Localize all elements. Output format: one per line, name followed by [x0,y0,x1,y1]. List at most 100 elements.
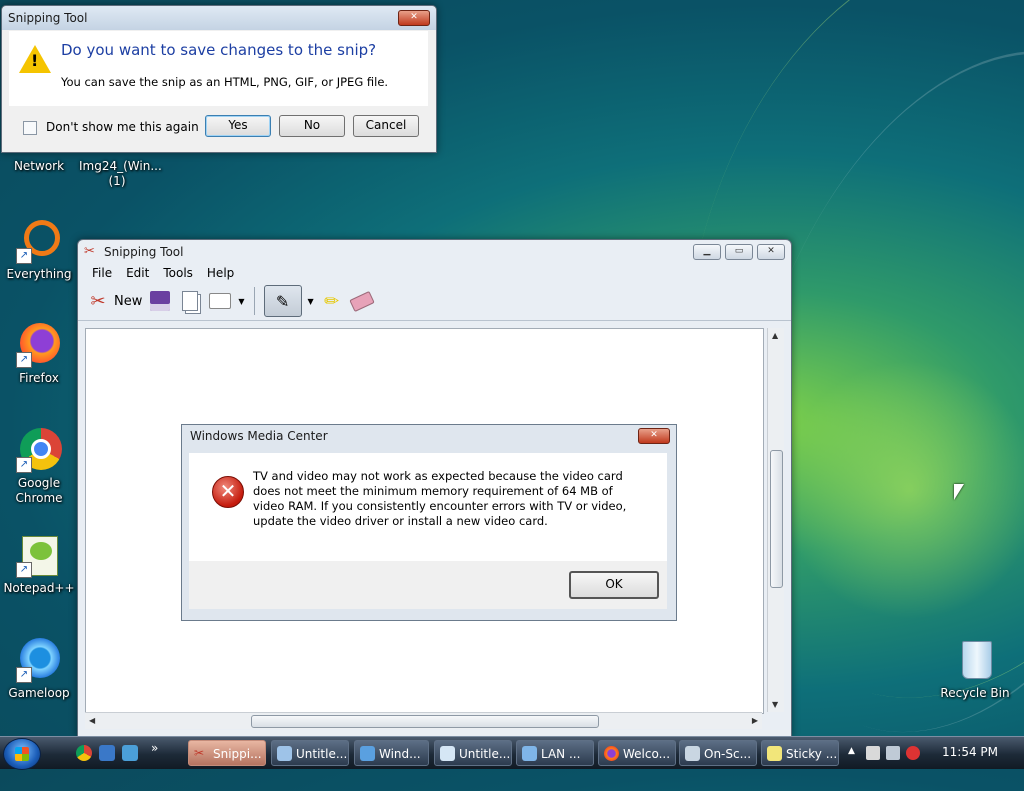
close-icon: ✕ [638,428,670,444]
gameloop-icon: ↗ [16,637,62,683]
menu-file[interactable]: File [92,266,112,280]
vertical-scrollbar[interactable]: ▲ ▼ [767,328,784,712]
scissors-icon: ✂ [84,244,95,259]
menu-edit[interactable]: Edit [126,266,149,280]
mouse-cursor-icon [954,484,964,500]
pen-icon: ✎ [275,291,290,311]
scroll-right-icon[interactable]: ▶ [752,716,758,725]
maximize-button[interactable]: ▭ [725,244,753,260]
scissors-icon: ✂ [194,746,205,760]
error-icon: ✕ [212,476,244,508]
quicklaunch-overflow[interactable]: » [151,741,158,755]
horizontal-scrollbar[interactable]: ◀ ▶ [85,712,762,729]
wmc-title: Windows Media Center [190,429,328,443]
captured-wmc-dialog: Windows Media Center ✕ ✕ TV and video ma… [181,424,677,621]
sticky-notes-icon [767,746,782,761]
taskbar: » ✂ Snippi... Untitle... Wind... Untitle… [0,736,1024,770]
paint-icon [277,746,292,761]
show-desktop-icon[interactable] [99,745,115,761]
tray-expand-icon[interactable]: ▲ [848,746,855,756]
shortcut-arrow-icon: ↗ [16,562,32,578]
highlighter-icon[interactable]: ✏ [320,289,344,313]
start-button[interactable] [3,738,41,770]
firefox-icon: ↗ [16,322,62,368]
taskbar-item-on-screen-keyboard[interactable]: On-Sc... [679,740,757,766]
dialog-question: Do you want to save changes to the snip? [61,41,377,59]
taskbar-item-windows[interactable]: Wind... [354,740,429,766]
save-icon[interactable] [148,289,172,313]
desktop-icon-gameloop[interactable]: ↗ Gameloop [1,637,77,701]
pen-tool-button[interactable]: ✎ [263,285,302,317]
volume-muted-icon[interactable] [906,746,920,760]
new-label: New [114,293,143,309]
action-center-icon[interactable] [866,746,880,760]
chevron-down-icon[interactable]: ▼ [308,297,314,306]
notepad-icon [440,746,455,761]
desktop-icon-everything[interactable]: ↗ Everything [1,218,77,282]
menu-tools[interactable]: Tools [163,266,193,280]
chevron-down-icon[interactable]: ▼ [238,297,244,306]
taskbar-item-lan[interactable]: LAN ... [516,740,594,766]
desktop-icon-recycle-bin[interactable]: Recycle Bin [937,637,1013,701]
new-snip-button[interactable]: ✂ New [86,289,142,313]
save-changes-dialog[interactable]: Snipping Tool ✕ ! Do you want to save ch… [1,5,437,153]
dialog-title: Snipping Tool [8,11,88,25]
menu-bar: File Edit Tools Help [78,264,791,282]
dont-show-checkbox[interactable] [23,121,37,135]
close-button[interactable]: ✕ [398,10,430,26]
notepadpp-icon: ↗ [16,532,62,578]
send-snip-icon[interactable] [208,289,232,313]
taskbar-item-snipping-tool[interactable]: ✂ Snippi... [188,740,266,766]
switch-windows-icon[interactable] [122,745,138,761]
desktop-icon-chrome[interactable]: ↗ Google Chrome [1,427,77,506]
firefox-icon [604,746,619,761]
desktop-icon-firefox[interactable]: ↗ Firefox [1,322,77,386]
cancel-button[interactable]: Cancel [353,115,419,137]
shortcut-arrow-icon: ↗ [16,248,32,264]
taskbar-item-firefox[interactable]: Welco... [598,740,676,766]
toolbar: ✂ New ▼ ✎ ▼ ✏ [78,282,791,321]
windows-logo-icon [15,747,29,761]
warning-icon: ! [19,45,51,73]
shortcut-arrow-icon: ↗ [16,352,32,368]
snip-canvas[interactable]: Windows Media Center ✕ ✕ TV and video ma… [85,328,764,714]
window-title: Snipping Tool [104,245,184,259]
shortcut-arrow-icon: ↗ [16,667,32,683]
copy-icon[interactable] [178,289,202,313]
keyboard-icon [685,746,700,761]
scroll-down-icon[interactable]: ▼ [772,700,778,709]
eraser-icon[interactable] [348,289,375,313]
wmc-ok-button: OK [569,571,659,599]
wallpaper-glow [780,360,1024,620]
chrome-icon: ↗ [16,427,62,473]
desktop-icon-notepadpp[interactable]: ↗ Notepad++ [1,532,77,596]
scissors-icon: ✂ [90,290,106,312]
minimize-button[interactable]: ▁ [693,244,721,260]
system-tray: ▲ 11:54 PM [844,737,1024,769]
no-button[interactable]: No [279,115,345,137]
window-titlebar[interactable]: ✂ Snipping Tool ▁ ▭ ✕ [78,240,791,264]
scroll-up-icon[interactable]: ▲ [772,331,778,340]
recycle-bin-icon [952,637,998,683]
yes-button[interactable]: Yes [205,115,271,137]
taskbar-item-sticky-notes[interactable]: Sticky ... [761,740,839,766]
network-icon [522,746,537,761]
toolbar-separator [253,287,255,315]
taskbar-item-untitled-paint[interactable]: Untitle... [271,740,349,766]
close-button[interactable]: ✕ [757,244,785,260]
chrome-quicklaunch-icon[interactable] [76,745,92,761]
shortcut-arrow-icon: ↗ [16,457,32,473]
everything-icon: ↗ [16,218,62,264]
taskbar-clock[interactable]: 11:54 PM [942,745,998,759]
scroll-left-icon[interactable]: ◀ [89,716,95,725]
taskbar-item-untitled-notepad[interactable]: Untitle... [434,740,512,766]
dont-show-label[interactable]: Don't show me this again [46,120,199,134]
snipping-tool-window[interactable]: ✂ Snipping Tool ▁ ▭ ✕ File Edit Tools He… [77,239,792,737]
network-status-icon[interactable] [886,746,900,760]
wmc-message: TV and video may not work as expected be… [253,469,627,528]
dialog-subtext: You can save the snip as an HTML, PNG, G… [61,75,389,89]
scroll-thumb[interactable] [251,715,599,728]
window-icon [360,746,375,761]
scroll-thumb[interactable] [770,450,783,588]
menu-help[interactable]: Help [207,266,234,280]
